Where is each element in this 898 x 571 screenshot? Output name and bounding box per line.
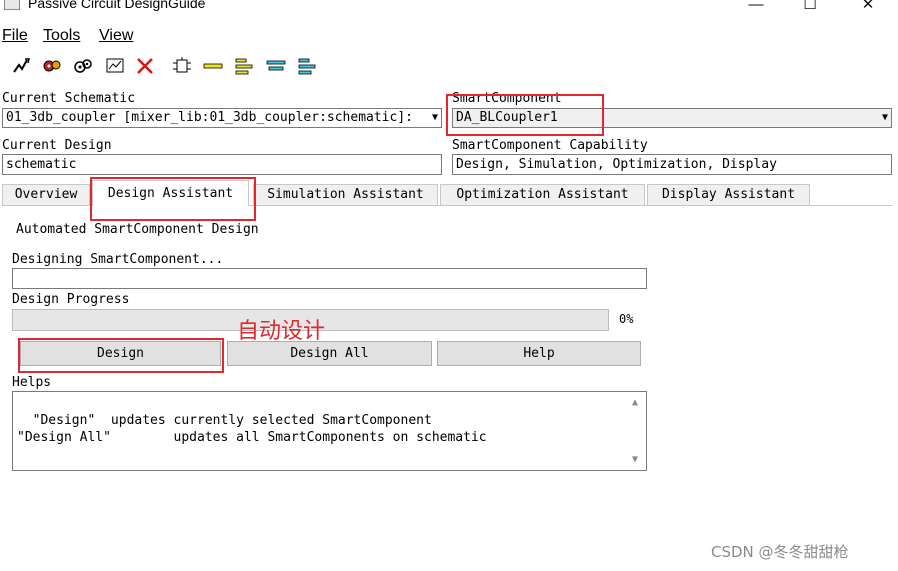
- current-schematic-label: Current Schematic: [2, 91, 136, 106]
- menu-tools[interactable]: Tools: [43, 27, 80, 45]
- design-all-button[interactable]: Design All: [227, 341, 432, 366]
- title-bar: Passive Circuit DesignGuide — ☐ ✕: [0, 0, 898, 24]
- menu-file-label: File: [2, 27, 28, 44]
- progress-percent: 0%: [619, 312, 634, 326]
- chevron-down-icon: ▼: [431, 112, 438, 123]
- align-top-icon[interactable]: [202, 55, 224, 77]
- optimize-icon[interactable]: [72, 55, 94, 77]
- chevron-down-icon: ▼: [881, 112, 888, 123]
- capability-value: Design, Simulation, Optimization, Displa…: [456, 157, 777, 172]
- current-schematic-value: 01_3db_coupler [mixer_lib:01_3db_coupler…: [6, 110, 413, 125]
- designing-field: [12, 268, 647, 289]
- maximize-button[interactable]: ☐: [788, 0, 832, 16]
- smart-component-highlight: [446, 94, 604, 136]
- minimize-button[interactable]: —: [734, 0, 778, 16]
- help-button[interactable]: Help: [437, 341, 641, 366]
- scroll-down-icon[interactable]: ▼: [632, 451, 638, 468]
- tab-simulation-assistant[interactable]: Simulation Assistant: [253, 184, 438, 205]
- capability-field: Design, Simulation, Optimization, Displa…: [452, 154, 892, 175]
- helps-textarea[interactable]: "Design" updates currently selected Smar…: [12, 391, 647, 471]
- tab-display-assistant[interactable]: Display Assistant: [647, 184, 810, 205]
- menu-view-label: View: [99, 27, 134, 44]
- app-icon: [4, 0, 20, 10]
- window-title: Passive Circuit DesignGuide: [28, 0, 206, 11]
- align-left-icon[interactable]: [233, 55, 255, 77]
- progress-label: Design Progress: [12, 292, 130, 307]
- align-right-icon[interactable]: [296, 55, 318, 77]
- menu-file[interactable]: File: [2, 27, 28, 45]
- component-icon[interactable]: [171, 55, 193, 77]
- delete-icon[interactable]: [134, 55, 156, 77]
- display-icon[interactable]: [104, 55, 126, 77]
- design-assistant-tab-highlight: [90, 177, 256, 221]
- capability-label: SmartComponent Capability: [452, 138, 648, 153]
- design-button-highlight: [18, 338, 224, 373]
- menu-tools-label: Tools: [43, 27, 81, 44]
- close-button[interactable]: ✕: [846, 0, 890, 16]
- helps-text: "Design" updates currently selected Smar…: [17, 413, 487, 445]
- tab-overview[interactable]: Overview: [2, 184, 90, 205]
- watermark: CSDN @冬冬甜甜枪: [711, 543, 849, 561]
- design-icon[interactable]: [10, 55, 32, 77]
- designing-label: Designing SmartComponent...: [12, 252, 224, 267]
- helps-label: Helps: [12, 375, 52, 390]
- current-schematic-select[interactable]: 01_3db_coupler [mixer_lib:01_3db_coupler…: [2, 108, 442, 128]
- current-design-label: Current Design: [2, 138, 112, 153]
- align-center-icon[interactable]: [265, 55, 287, 77]
- panel-heading: Automated SmartComponent Design: [16, 222, 259, 237]
- helps-scrollbar[interactable]: ▲ ▼: [629, 392, 646, 470]
- menu-view[interactable]: View: [99, 27, 133, 45]
- scroll-up-icon[interactable]: ▲: [632, 394, 638, 411]
- tab-optimization-assistant[interactable]: Optimization Assistant: [440, 184, 645, 205]
- current-design-field[interactable]: schematic: [2, 154, 442, 175]
- current-design-value: schematic: [6, 157, 77, 172]
- design-all-icon[interactable]: [41, 55, 63, 77]
